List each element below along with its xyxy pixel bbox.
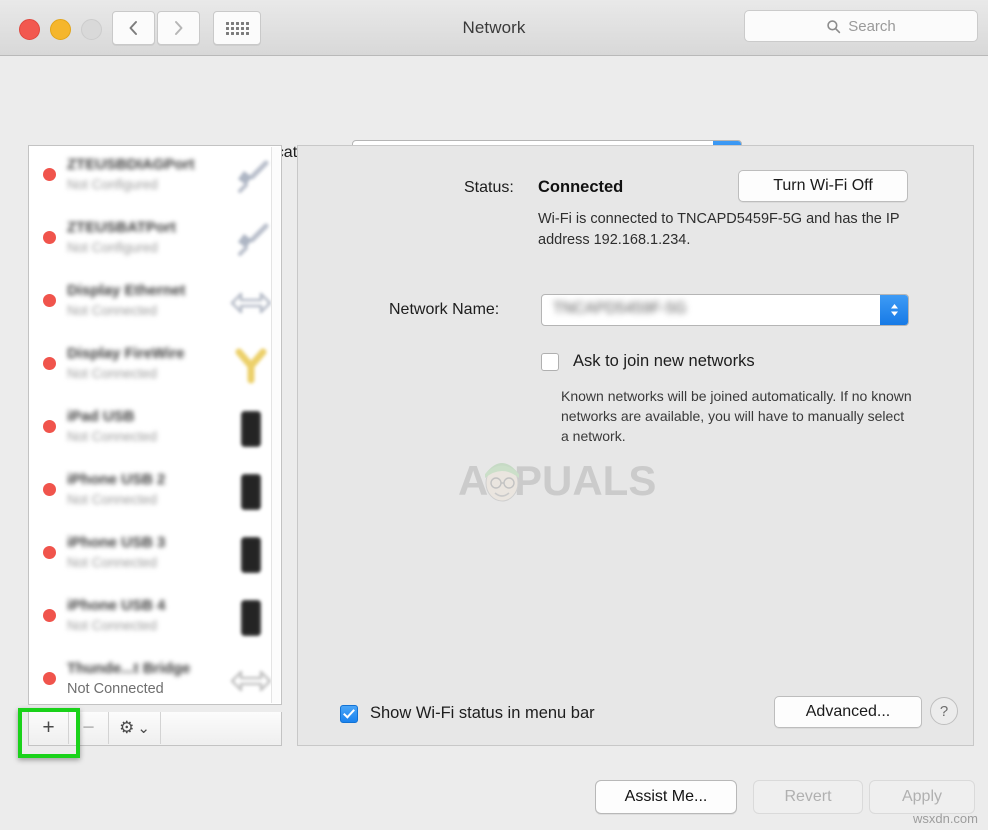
apply-button: Apply: [869, 780, 975, 814]
status-dot-red: [43, 609, 56, 622]
svg-text:A: A: [458, 457, 488, 504]
list-item[interactable]: Display Ethernet Not Connected: [29, 272, 281, 335]
usb-device-icon: [227, 532, 275, 578]
status-description: Wi-Fi is connected to TNCAPD5459F-5G and…: [538, 211, 900, 248]
search-input[interactable]: Search: [744, 10, 978, 42]
list-item[interactable]: ZTEUSBDIAGPort Not Configured: [29, 146, 281, 209]
firewire-icon: [227, 343, 275, 389]
network-services-list[interactable]: ZTEUSBDIAGPort Not Configured ZTEUSBATPo…: [28, 145, 282, 705]
service-name: iPhone USB 2: [67, 471, 166, 488]
usb-device-icon: [227, 406, 275, 452]
status-dot-red: [43, 357, 56, 370]
list-item[interactable]: Display FireWire Not Connected: [29, 335, 281, 398]
stepper-up-down-icon[interactable]: [880, 295, 908, 325]
service-status: Not Connected: [67, 618, 158, 633]
usb-device-icon: [227, 469, 275, 515]
advanced-button[interactable]: Advanced...: [774, 696, 922, 728]
status-dot-red: [43, 294, 56, 307]
status-label: Status:: [464, 179, 514, 196]
gear-icon: ⚙: [119, 718, 135, 737]
network-name-value: TNCAPD5459F-5G: [553, 300, 687, 317]
wifi-settings-panel: Status: Connected Turn Wi-Fi Off Wi-Fi i…: [297, 145, 974, 746]
toolbar-filler: [161, 712, 281, 744]
list-item[interactable]: iPhone USB 3 Not Connected: [29, 524, 281, 587]
network-preferences-window: Network Search Location: Automatic: [0, 0, 988, 830]
help-button[interactable]: ?: [930, 697, 958, 725]
status-value: Connected: [538, 178, 624, 196]
usb-device-icon: [227, 595, 275, 641]
show-wifi-status-row[interactable]: Show Wi-Fi status in menu bar: [340, 704, 595, 723]
turn-wifi-off-button[interactable]: Turn Wi-Fi Off: [738, 170, 908, 202]
plus-button-highlight: [18, 708, 80, 758]
assist-me-button[interactable]: Assist Me...: [595, 780, 737, 814]
service-name: Display Ethernet: [67, 282, 186, 299]
site-watermark: wsxdn.com: [912, 811, 978, 826]
chevron-down-icon: ⌄: [137, 720, 150, 737]
service-name: ZTEUSBDIAGPort: [67, 156, 195, 173]
show-wifi-status-checkbox[interactable]: [340, 704, 358, 723]
serial-port-icon: [227, 154, 275, 200]
appuals-logo-icon: A PUALS: [458, 457, 656, 504]
ask-to-join-checkbox[interactable]: [541, 352, 559, 371]
list-item[interactable]: iPad USB Not Connected: [29, 398, 281, 461]
service-status: Not Connected: [67, 303, 158, 318]
service-status: Not Connected: [67, 681, 164, 697]
svg-text:PUALS: PUALS: [514, 457, 656, 504]
show-wifi-status-label: Show Wi-Fi status in menu bar: [370, 704, 595, 722]
service-status: Not Connected: [67, 492, 158, 507]
search-icon: [827, 19, 841, 33]
ask-to-join-row[interactable]: Ask to join new networks: [541, 352, 755, 371]
list-item[interactable]: ZTEUSBATPort Not Configured: [29, 209, 281, 272]
list-item[interactable]: Thunde...t Bridge Not Connected: [29, 650, 281, 704]
service-name: iPad USB: [67, 408, 135, 425]
revert-button: Revert: [753, 780, 863, 814]
ask-to-join-description: Known networks will be joined automatica…: [561, 388, 912, 444]
service-status: Not Configured: [67, 177, 158, 192]
location-row: Location: Automatic: [0, 56, 988, 172]
ethernet-icon: [227, 658, 275, 704]
network-name-label: Network Name:: [389, 301, 500, 318]
network-name-dropdown[interactable]: TNCAPD5459F-5G: [541, 294, 909, 326]
service-name: iPhone USB 4: [67, 597, 166, 614]
service-name: Thunde...t Bridge: [67, 660, 191, 677]
status-dot-red: [43, 231, 56, 244]
status-dot-red: [43, 546, 56, 559]
status-dot-red: [43, 420, 56, 433]
status-dot-red: [43, 483, 56, 496]
ethernet-icon: [227, 280, 275, 326]
service-name: ZTEUSBATPort: [67, 219, 176, 236]
ask-to-join-label: Ask to join new networks: [573, 352, 755, 370]
serial-port-icon: [227, 217, 275, 263]
status-dot-red: [43, 168, 56, 181]
list-item[interactable]: iPhone USB 4 Not Connected: [29, 587, 281, 650]
service-status: Not Connected: [67, 555, 158, 570]
title-bar: Network Search: [0, 0, 988, 56]
appuals-watermark: A PUALS: [458, 448, 666, 510]
service-status: Not Configured: [67, 240, 158, 255]
list-item[interactable]: iPhone USB 2 Not Connected: [29, 461, 281, 524]
sidebar-scrollbar[interactable]: [271, 147, 280, 703]
service-status: Not Connected: [67, 429, 158, 444]
actions-gear-button[interactable]: ⚙ ⌄: [109, 712, 161, 744]
service-name: iPhone USB 3: [67, 534, 166, 551]
service-status: Not Connected: [67, 366, 158, 381]
service-name: Display FireWire: [67, 345, 185, 362]
status-dot-red: [43, 672, 56, 685]
search-placeholder: Search: [848, 17, 896, 35]
